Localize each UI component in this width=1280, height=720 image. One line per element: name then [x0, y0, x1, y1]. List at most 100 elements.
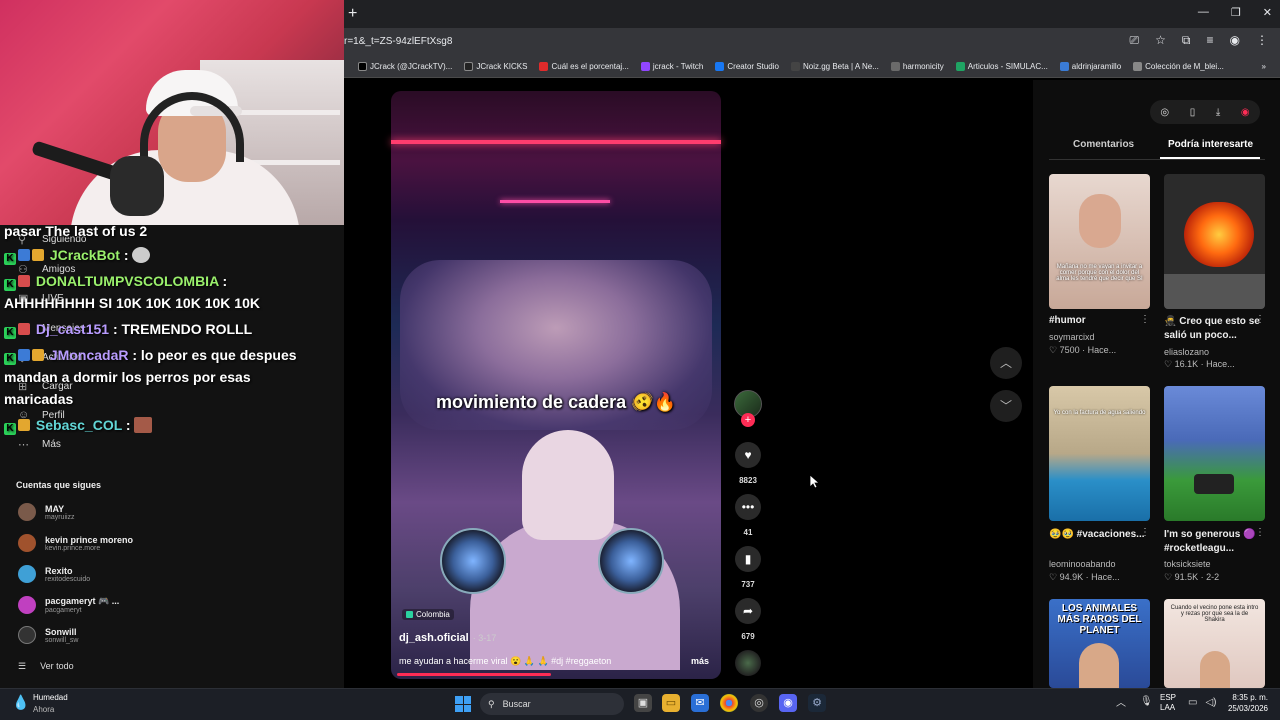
video-thumbnail[interactable]: LOS ANIMALES MÁS RAROS DEL PLANET [1049, 599, 1150, 688]
video-date: · 3-17 [472, 633, 497, 643]
bookmarks-bar: JCrack (@JCrackTV)... JCrack KICKS Cuál … [344, 56, 1280, 78]
bookmark[interactable]: jcrack - Twitch [640, 62, 703, 71]
see-all-button[interactable]: ☰ Ver todo [18, 661, 74, 672]
sub-badge-icon [18, 275, 30, 287]
taskbar-search[interactable]: ⚲ Buscar [480, 693, 624, 715]
humidity-icon[interactable]: 💧 [12, 694, 29, 711]
menu-icon[interactable]: ⋮ [1256, 33, 1268, 48]
close-button[interactable]: ✕ [1263, 6, 1272, 19]
bookmark-icon [1133, 62, 1143, 71]
avatar [18, 534, 36, 552]
video-thumbnail[interactable]: Yo con la factura de agua saliendo [1049, 386, 1150, 521]
next-video-button[interactable]: ﹀ [990, 390, 1022, 422]
extensions-icon[interactable]: ⧉ [1182, 33, 1191, 48]
bookmark[interactable]: Articulos - SIMULAC... [955, 62, 1048, 71]
restore-button[interactable]: ❐ [1231, 6, 1241, 19]
emote-icon [132, 247, 151, 263]
cast-icon[interactable]: ⎚ [1130, 33, 1140, 48]
followed-account[interactable]: pacgameryt 🎮 ... pacgameryt [18, 596, 119, 614]
active-tab-indicator [1160, 157, 1260, 159]
tray-chevron-icon[interactable]: ︿ [1116, 694, 1126, 709]
avatar [18, 626, 36, 644]
bookmark[interactable]: harmonicity [890, 62, 944, 71]
more-options-icon[interactable]: ⋮ [1140, 314, 1150, 325]
chat-message: maricadas [4, 391, 74, 407]
file-explorer-icon[interactable]: ▭ [662, 694, 680, 712]
bookmark[interactable]: JCrack (@JCrackTV)... [358, 62, 452, 71]
steam-icon[interactable]: ⚙ [808, 694, 826, 712]
bookmark[interactable]: Colección de M_blei... [1133, 62, 1224, 71]
taskbar-clock[interactable]: 8:35 p. m. 25/03/2026 [1218, 692, 1268, 714]
phone-icon[interactable]: ▯ [1190, 107, 1196, 118]
bookmark[interactable]: Creator Studio [715, 62, 779, 71]
outlook-icon[interactable]: ✉ [691, 694, 709, 712]
more-bookmarks-icon[interactable]: » [1262, 62, 1266, 71]
share-button[interactable]: ➦ [735, 598, 761, 624]
tab-divider [1049, 159, 1265, 160]
video-thumbnail[interactable]: Mañana no me vayan a invitar a comer por… [1049, 174, 1150, 309]
music-disc-icon[interactable] [735, 650, 761, 676]
followed-account[interactable]: Sonwill sonwill_sw [18, 626, 78, 644]
video-thumbnail[interactable] [1164, 174, 1265, 309]
discord-icon[interactable]: ◉ [779, 694, 797, 712]
more-options-icon[interactable]: ⋮ [1255, 527, 1265, 538]
weather-title[interactable]: Humedad [33, 693, 68, 702]
followed-account[interactable]: kevin prince moreno kevin.prince.more [18, 534, 133, 552]
turntable [440, 528, 506, 594]
url-text[interactable]: r=1&_t=ZS-94zlEFtXsg8 [344, 36, 452, 47]
emote-icon [134, 417, 153, 433]
browser-tab-bar [344, 0, 1280, 28]
followed-account[interactable]: Rexito rexitodescuido [18, 565, 90, 583]
thumb-face [1079, 643, 1119, 688]
previous-video-button[interactable]: ︿ [990, 347, 1022, 379]
follow-plus-icon[interactable]: + [741, 413, 755, 427]
minimize-button[interactable]: — [1198, 6, 1209, 19]
star-icon[interactable]: ☆ [1155, 33, 1166, 48]
video-thumbnail[interactable]: Cuando el vecino pone esta intro y rezas… [1164, 599, 1265, 688]
more-options-icon[interactable]: ⋮ [1140, 527, 1150, 538]
more-button[interactable]: más [691, 656, 709, 666]
share-icon: ➦ [742, 604, 754, 618]
location-tag[interactable]: Colombia [402, 609, 454, 620]
chrome-icon[interactable] [720, 694, 738, 712]
video-progress-bar[interactable] [397, 673, 551, 676]
address-bar-icons: ⎚ ☆ ⧉ ≡ ◉ ⋮ [1130, 33, 1268, 48]
nav-more[interactable]: ⋯ Más [18, 438, 61, 451]
thumb-strip [1164, 274, 1265, 309]
bookmark[interactable]: Cuál es el porcentaj... [539, 62, 629, 71]
video-thumbnail[interactable] [1164, 386, 1265, 521]
obs-icon[interactable]: ◎ [750, 694, 768, 712]
video-author[interactable]: dj_ash.oficial · 3-17 [399, 632, 496, 644]
followed-account[interactable]: MAY mayruiizz [18, 503, 75, 521]
profile-icon[interactable]: ◉ [1230, 33, 1240, 48]
chat-username: DONALTUMPVSCOLOMBIA [35, 273, 219, 289]
thumb-title: 🥹🥹 #vacaciones... [1049, 529, 1145, 540]
task-view-icon[interactable]: ▣ [634, 694, 652, 712]
location-icon [406, 611, 413, 618]
bookmark[interactable]: aldrinjaramillo [1059, 62, 1121, 71]
more-options-icon[interactable]: ⋮ [1255, 314, 1265, 325]
new-tab-button[interactable]: + [348, 5, 357, 23]
language-indicator[interactable]: ESP LAA [1160, 693, 1176, 713]
bookmark-icon [358, 62, 367, 71]
twitch-icon [640, 62, 650, 71]
webcam-overlay [0, 0, 344, 225]
windows-start-icon[interactable] [455, 696, 471, 712]
bookmark[interactable]: Noiz.gg Beta | A Ne... [790, 62, 879, 71]
like-button[interactable]: ♥ [735, 442, 761, 468]
download-icon[interactable]: ⤓ [1216, 107, 1220, 118]
network-volume[interactable]: ▭ ◁) [1188, 697, 1216, 708]
media-icon[interactable]: ≡ [1207, 33, 1214, 48]
bookmark-icon [790, 62, 800, 71]
tab-comments[interactable]: Comentarios [1073, 139, 1134, 150]
bookmark-icon: ▮ [744, 552, 752, 566]
tiktok-logo-icon[interactable]: ◉ [1241, 107, 1250, 118]
chat-message: mandan a dormir los perros por esas [4, 369, 251, 385]
bookmark[interactable]: JCrack KICKS [464, 62, 527, 71]
save-button[interactable]: ▮ [735, 546, 761, 572]
compass-icon[interactable]: ◎ [1160, 107, 1169, 118]
tab-recommended[interactable]: Podría interesarte [1168, 139, 1253, 150]
comment-button[interactable]: ••• [735, 494, 761, 520]
thumb-caption: LOS ANIMALES MÁS RAROS DEL PLANET [1057, 603, 1142, 636]
microphone-icon[interactable]: 🎙 [1140, 696, 1153, 707]
